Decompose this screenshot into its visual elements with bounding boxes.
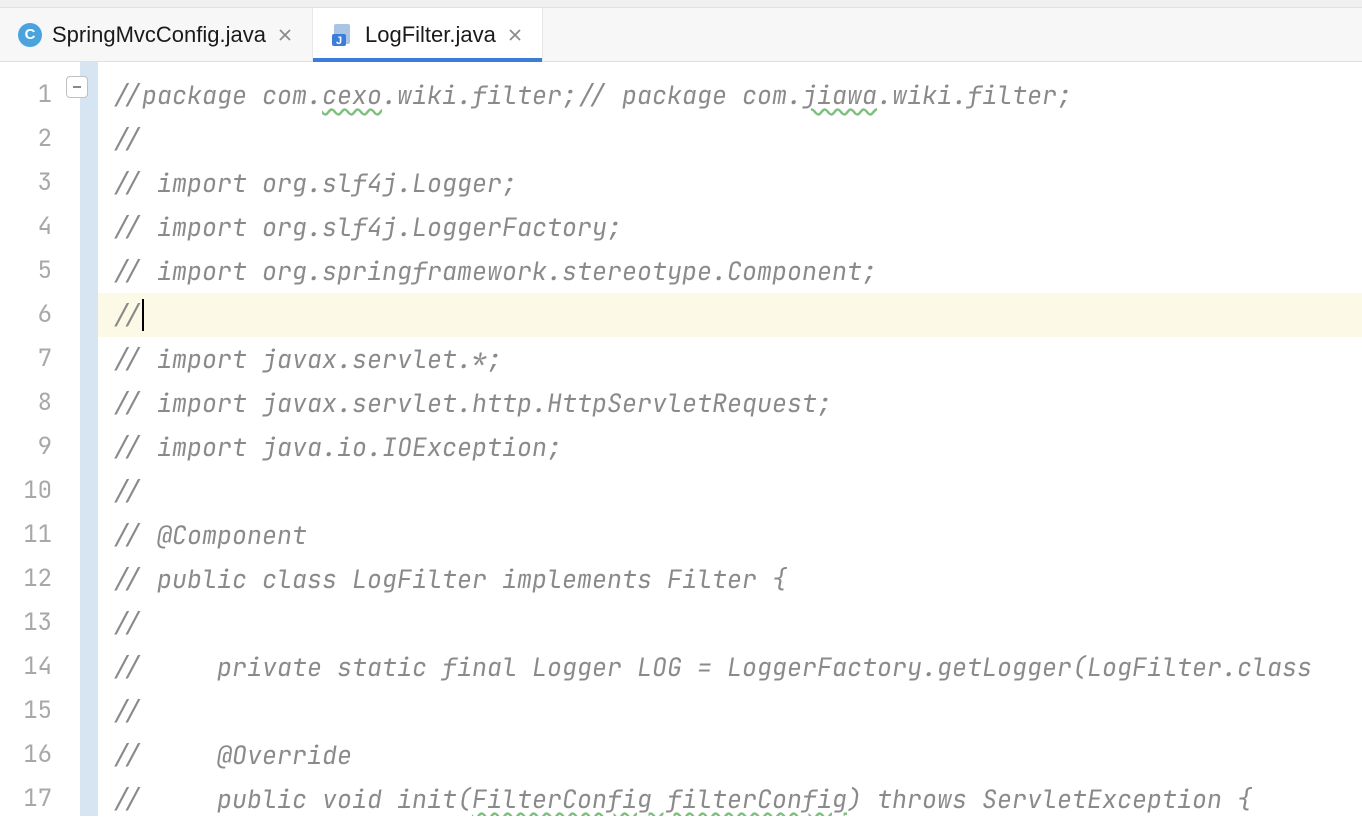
line-number: 10 [0, 469, 80, 513]
tab-springmvcconfig[interactable]: C SpringMvcConfig.java [0, 8, 313, 61]
line-number: 14 [0, 645, 80, 689]
code-line[interactable]: // import org.slf4j.Logger; [98, 161, 1362, 205]
line-number: 12 [0, 557, 80, 601]
code-line[interactable]: // import org.slf4j.LoggerFactory; [98, 205, 1362, 249]
typo-underline: cexo [322, 78, 382, 112]
fold-marker[interactable] [66, 76, 88, 98]
code-line[interactable]: // [98, 689, 1362, 733]
gutter: 1234567891011121314151617 [0, 62, 80, 816]
tab-logfilter[interactable]: J LogFilter.java [313, 8, 543, 61]
line-number: 4 [0, 205, 80, 249]
editor[interactable]: 1234567891011121314151617 //package com.… [0, 62, 1362, 816]
java-file-icon: J [331, 23, 355, 47]
code-line[interactable]: // [98, 293, 1362, 337]
typo-underline: jiawa [802, 78, 877, 112]
line-number: 17 [0, 777, 80, 821]
close-icon[interactable] [506, 28, 524, 42]
code-line[interactable]: // [98, 469, 1362, 513]
svg-text:J: J [336, 35, 342, 47]
line-number: 3 [0, 161, 80, 205]
line-number: 9 [0, 425, 80, 469]
code-line[interactable]: // [98, 601, 1362, 645]
tab-bar: C SpringMvcConfig.java J LogFilter.java [0, 8, 1362, 62]
line-number: 15 [0, 689, 80, 733]
code-line[interactable]: // public class LogFilter implements Fil… [98, 557, 1362, 601]
line-number: 11 [0, 513, 80, 557]
class-icon: C [18, 23, 42, 47]
code-area[interactable]: //package com.cexo.wiki.filter;// packag… [98, 62, 1362, 816]
line-number: 16 [0, 733, 80, 777]
code-line[interactable]: // @Override [98, 733, 1362, 777]
top-spacer [0, 0, 1362, 8]
code-line[interactable]: // [98, 117, 1362, 161]
line-number: 2 [0, 117, 80, 161]
code-line[interactable]: //package com.cexo.wiki.filter;// packag… [98, 73, 1362, 117]
text-cursor [142, 299, 144, 331]
line-number: 13 [0, 601, 80, 645]
line-number: 7 [0, 337, 80, 381]
code-line[interactable]: // private static final Logger LOG = Log… [98, 645, 1362, 689]
gutter-strip [80, 62, 98, 816]
close-icon[interactable] [276, 28, 294, 42]
code-line[interactable]: // @Component [98, 513, 1362, 557]
code-line[interactable]: // import java.io.IOException; [98, 425, 1362, 469]
code-line[interactable]: // import org.springframework.stereotype… [98, 249, 1362, 293]
line-number: 6 [0, 293, 80, 337]
code-line[interactable]: // import javax.servlet.*; [98, 337, 1362, 381]
typo-underline: FilterConfig filterConfig [472, 782, 847, 816]
code-line[interactable]: // public void init(FilterConfig filterC… [98, 777, 1362, 816]
line-number: 8 [0, 381, 80, 425]
line-number: 5 [0, 249, 80, 293]
code-line[interactable]: // import javax.servlet.http.HttpServlet… [98, 381, 1362, 425]
tab-label: SpringMvcConfig.java [52, 22, 266, 48]
tab-label: LogFilter.java [365, 22, 496, 48]
